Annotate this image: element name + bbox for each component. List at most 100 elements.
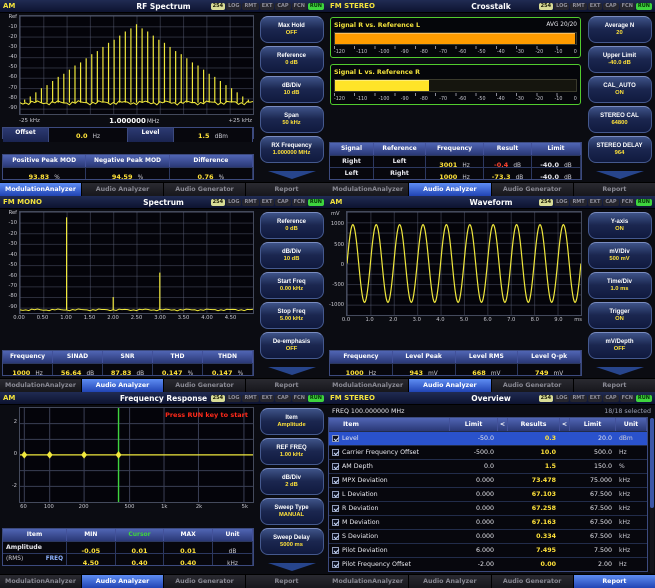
overview-table-header: Item Limit < Results < Limit Unit [329, 418, 647, 431]
softkey-button[interactable]: Sweep TypeMANUAL [260, 498, 324, 525]
table-value-cell: 0.147 % [153, 363, 203, 375]
softkey-button[interactable]: De-emphasisOFF [260, 332, 324, 359]
table-header-cell: Frequency [426, 143, 484, 155]
status-badges: 254LOGRMTEXTCAPFCNRUN [539, 3, 652, 10]
panel-header: Crosstalk FM STEREO 254LOGRMTEXTCAPFCNRU… [327, 0, 655, 13]
softkey-button[interactable]: REF FREQ1.00 kHz [260, 438, 324, 465]
softkey-button[interactable]: CAL_AUTOON [588, 76, 652, 103]
tab[interactable]: ModulationAnalyzer [0, 183, 81, 196]
tab[interactable]: Audio Generator [492, 183, 573, 196]
softkey-button[interactable]: Reference0 dB [260, 212, 324, 239]
tab[interactable]: Audio Analyzer [82, 575, 163, 588]
response-cursor-table: ItemMINCursorMAXUnit Amplitude -0.05 0.0… [2, 528, 254, 566]
checkbox-checked-icon[interactable] [332, 561, 339, 568]
overview-row[interactable]: S Deviation 0.000 0.334 67.500 kHz [329, 529, 647, 543]
table-header-cell: Negative Peak MOD [86, 155, 169, 167]
checkbox-checked-icon[interactable] [332, 491, 339, 498]
checkbox-checked-icon[interactable] [332, 463, 339, 470]
tab[interactable]: Report [574, 379, 655, 392]
checkbox-checked-icon[interactable] [332, 505, 339, 512]
tab-bar: ModulationAnalyzerAudio AnalyzerAudio Ge… [327, 574, 655, 588]
tab[interactable]: Audio Analyzer [82, 379, 163, 392]
scrollbar[interactable] [650, 418, 654, 573]
softkey-button[interactable]: STEREO CAL64800 [588, 106, 652, 133]
softkey-button[interactable]: Max HoldOFF [260, 16, 324, 43]
table-header-cell: Level Q-pk [518, 351, 581, 363]
overview-row[interactable]: R Deviation 0.000 67.258 67.500 kHz [329, 501, 647, 515]
tab[interactable]: ModulationAnalyzer [0, 379, 81, 392]
status-badge: EXT [588, 3, 603, 10]
tab[interactable]: Audio Generator [164, 183, 245, 196]
tab[interactable]: ModulationAnalyzer [327, 379, 408, 392]
panel-header: RF Spectrum AM 254LOGRMTEXTCAPFCNRUN [0, 0, 327, 13]
tab[interactable]: Report [574, 183, 655, 196]
overview-row[interactable]: Level -50.0 0.3 20.0 dBm [329, 431, 647, 445]
overview-row[interactable]: L Deviation 0.000 67.103 67.500 kHz [329, 487, 647, 501]
tab[interactable]: Audio Analyzer [409, 575, 490, 588]
more-softkeys-chevron-icon[interactable] [268, 367, 316, 375]
softkey-button[interactable]: Start Freq0.00 kHz [260, 272, 324, 299]
checkbox-checked-icon[interactable] [332, 533, 339, 540]
checkbox-checked-icon[interactable] [332, 477, 339, 484]
softkey-button[interactable]: Reference0 dB [260, 46, 324, 73]
tab[interactable]: ModulationAnalyzer [0, 575, 81, 588]
softkey-button[interactable]: mV/DepthOFF [588, 332, 652, 359]
softkey-button[interactable]: Sweep Delay5000 ms [260, 528, 324, 555]
softkey-button[interactable]: Upper Limit-40.0 dB [588, 46, 652, 73]
tab[interactable]: Audio Generator [164, 379, 245, 392]
table-value-cell: 943 mV [393, 363, 456, 375]
tab[interactable]: Audio Generator [492, 575, 573, 588]
run-prompt-message: Press RUN key to start [165, 411, 248, 419]
softkey-button[interactable]: dB/Div10 dB [260, 242, 324, 269]
waveform-measure-table: FrequencyLevel PeakLevel RMSLevel Q-pk 1… [329, 350, 582, 376]
tab[interactable]: Audio Generator [164, 575, 245, 588]
softkey-button[interactable]: Y-axisON [588, 212, 652, 239]
tab[interactable]: Report [574, 575, 655, 588]
checkbox-checked-icon[interactable] [332, 449, 339, 456]
softkey-button[interactable]: ItemAmplitude [260, 408, 324, 435]
panel-rf-spectrum: RF Spectrum AM 254LOGRMTEXTCAPFCNRUN Ref… [0, 0, 327, 196]
y-axis-labels: 10005000-500-1000 [329, 211, 346, 316]
overview-row[interactable]: M Deviation 0.000 67.163 67.500 kHz [329, 515, 647, 529]
softkey-button[interactable]: Time/Div1.0 ms [588, 272, 652, 299]
more-softkeys-chevron-icon[interactable] [268, 563, 316, 571]
softkey-button[interactable]: Span50 kHz [260, 106, 324, 133]
crosstalk-box-l-vs-r: Signal L vs. Reference R -120-110-100-90… [330, 64, 581, 105]
checkbox-checked-icon[interactable] [332, 435, 339, 442]
more-softkeys-chevron-icon[interactable] [596, 171, 644, 179]
scrollbar-thumb[interactable] [650, 418, 654, 508]
more-softkeys-chevron-icon[interactable] [268, 171, 316, 179]
panel-audio-spectrum: Spectrum FM MONO 254LOGRMTEXTCAPFCNRUN R… [0, 196, 327, 392]
tab[interactable]: Audio Analyzer [409, 183, 490, 196]
checkbox-checked-icon[interactable] [332, 519, 339, 526]
more-softkeys-chevron-icon[interactable] [596, 367, 644, 375]
softkey-column: Average N20 Upper Limit-40.0 dB CAL_AUTOON… [584, 13, 655, 182]
overview-row[interactable]: Carrier Frequency Offset -500.0 10.0 500… [329, 445, 647, 459]
overview-row[interactable]: Pilot Frequency Offset -2.00 0.00 2.00 H… [329, 557, 647, 571]
status-badge: RUN [308, 3, 324, 10]
tab[interactable]: Audio Generator [492, 379, 573, 392]
checkbox-checked-icon[interactable] [332, 547, 339, 554]
softkey-button[interactable]: Stop Freq5.00 kHz [260, 302, 324, 329]
status-badge: FCN [620, 199, 635, 206]
tab[interactable]: Audio Analyzer [82, 183, 163, 196]
table-header-cell: SNR [103, 351, 153, 363]
tab[interactable]: ModulationAnalyzer [327, 183, 408, 196]
tab[interactable]: Audio Analyzer [409, 379, 490, 392]
overview-row[interactable]: MPX Deviation 0.000 73.478 75.000 kHz [329, 473, 647, 487]
softkey-button[interactable]: dB/Div2 dB [260, 468, 324, 495]
frequency-response-plot: Press RUN key to start [19, 407, 254, 503]
softkey-button[interactable]: dB/Div10 dB [260, 76, 324, 103]
softkey-button[interactable]: RX Frequency1.000000 MHz [260, 136, 324, 163]
mode-label: AM [330, 198, 342, 206]
tab[interactable]: Report [246, 183, 327, 196]
softkey-button[interactable]: TriggerON [588, 302, 652, 329]
tab[interactable]: Report [246, 379, 327, 392]
softkey-button[interactable]: mV/Div500 mV [588, 242, 652, 269]
overview-row[interactable]: AM Depth 0.0 1.5 150.0 % [329, 459, 647, 473]
tab[interactable]: Report [246, 575, 327, 588]
tab[interactable]: ModulationAnalyzer [327, 575, 408, 588]
softkey-button[interactable]: STEREO DELAY964 [588, 136, 652, 163]
softkey-button[interactable]: Average N20 [588, 16, 652, 43]
overview-row[interactable]: Pilot Deviation 6.000 7.495 7.500 kHz [329, 543, 647, 557]
